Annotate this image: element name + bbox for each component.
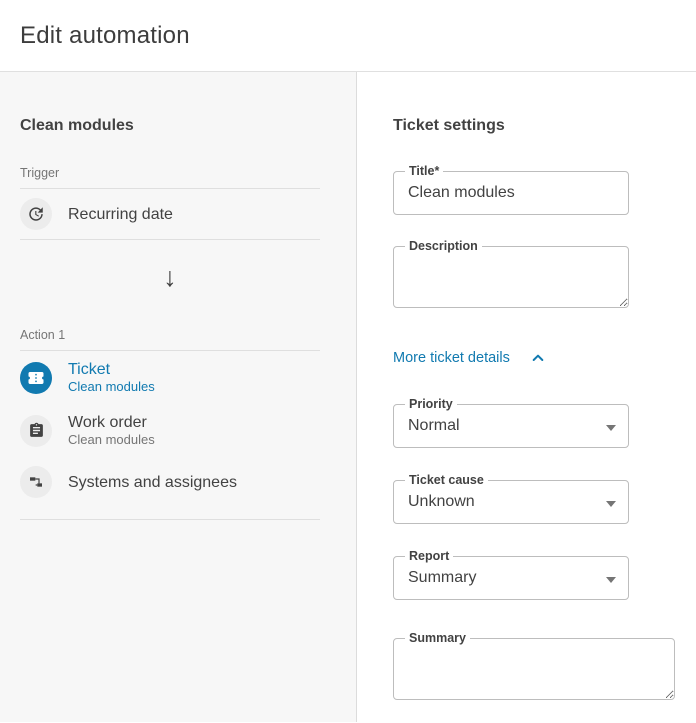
description-field-label: Description xyxy=(405,239,482,254)
ticket-cause-select[interactable]: Ticket cause Unknown xyxy=(393,480,629,524)
action-item-subtitle: Clean modules xyxy=(68,379,155,395)
summary-textarea[interactable] xyxy=(394,639,674,699)
report-select[interactable]: Report Summary xyxy=(393,556,629,600)
priority-select-value: Normal xyxy=(394,417,460,435)
title-field: Title* xyxy=(393,171,629,215)
chevron-up-icon xyxy=(530,350,546,366)
trigger-item-recurring-date[interactable]: Recurring date xyxy=(20,189,320,239)
action-item-subtitle: Clean modules xyxy=(68,432,155,448)
action-item-work-order[interactable]: Work order Clean modules xyxy=(20,404,320,457)
summary-field-label: Summary xyxy=(405,631,470,646)
automation-name: Clean modules xyxy=(20,117,356,135)
report-select-label: Report xyxy=(405,549,453,564)
ticket-cause-select-value: Unknown xyxy=(394,493,475,511)
systems-tree-icon xyxy=(20,466,52,498)
automation-flow-panel: Clean modules Trigger Recurring date ↓ A… xyxy=(0,72,357,722)
dialog-header: Edit automation xyxy=(0,0,696,72)
dropdown-arrow-icon xyxy=(606,501,616,507)
summary-field: Summary xyxy=(393,638,675,700)
more-ticket-details-label: More ticket details xyxy=(393,350,510,366)
more-ticket-details-toggle[interactable]: More ticket details xyxy=(393,350,546,366)
action-item-title: Systems and assignees xyxy=(68,473,237,492)
description-textarea[interactable] xyxy=(394,247,628,307)
action-item-title: Ticket xyxy=(68,360,155,379)
trigger-section-label: Trigger xyxy=(20,166,320,189)
dialog-title: Edit automation xyxy=(20,22,190,50)
report-select-value: Summary xyxy=(394,569,476,587)
ticket-icon xyxy=(20,362,52,394)
priority-select[interactable]: Priority Normal xyxy=(393,404,629,448)
dropdown-arrow-icon xyxy=(606,577,616,583)
arrow-down-icon: ↓ xyxy=(163,262,177,292)
action-item-systems-assignees[interactable]: Systems and assignees xyxy=(20,457,320,507)
action-item-title: Work order xyxy=(68,413,155,432)
trigger-item-label: Recurring date xyxy=(68,205,173,224)
settings-title: Ticket settings xyxy=(393,117,696,135)
divider xyxy=(20,519,320,520)
title-field-label: Title* xyxy=(405,164,443,179)
ticket-cause-select-label: Ticket cause xyxy=(405,473,488,488)
dropdown-arrow-icon xyxy=(606,425,616,431)
action-section-label: Action 1 xyxy=(20,328,320,351)
description-field: Description xyxy=(393,246,629,308)
dialog-body: Clean modules Trigger Recurring date ↓ A… xyxy=(0,72,696,722)
ticket-settings-panel: Ticket settings Title* Description More … xyxy=(357,72,696,722)
action-item-ticket[interactable]: Ticket Clean modules xyxy=(20,351,320,404)
priority-select-label: Priority xyxy=(405,397,457,412)
flow-connector: ↓ xyxy=(20,240,320,314)
work-order-clipboard-icon xyxy=(20,415,52,447)
recurring-update-icon xyxy=(20,198,52,230)
